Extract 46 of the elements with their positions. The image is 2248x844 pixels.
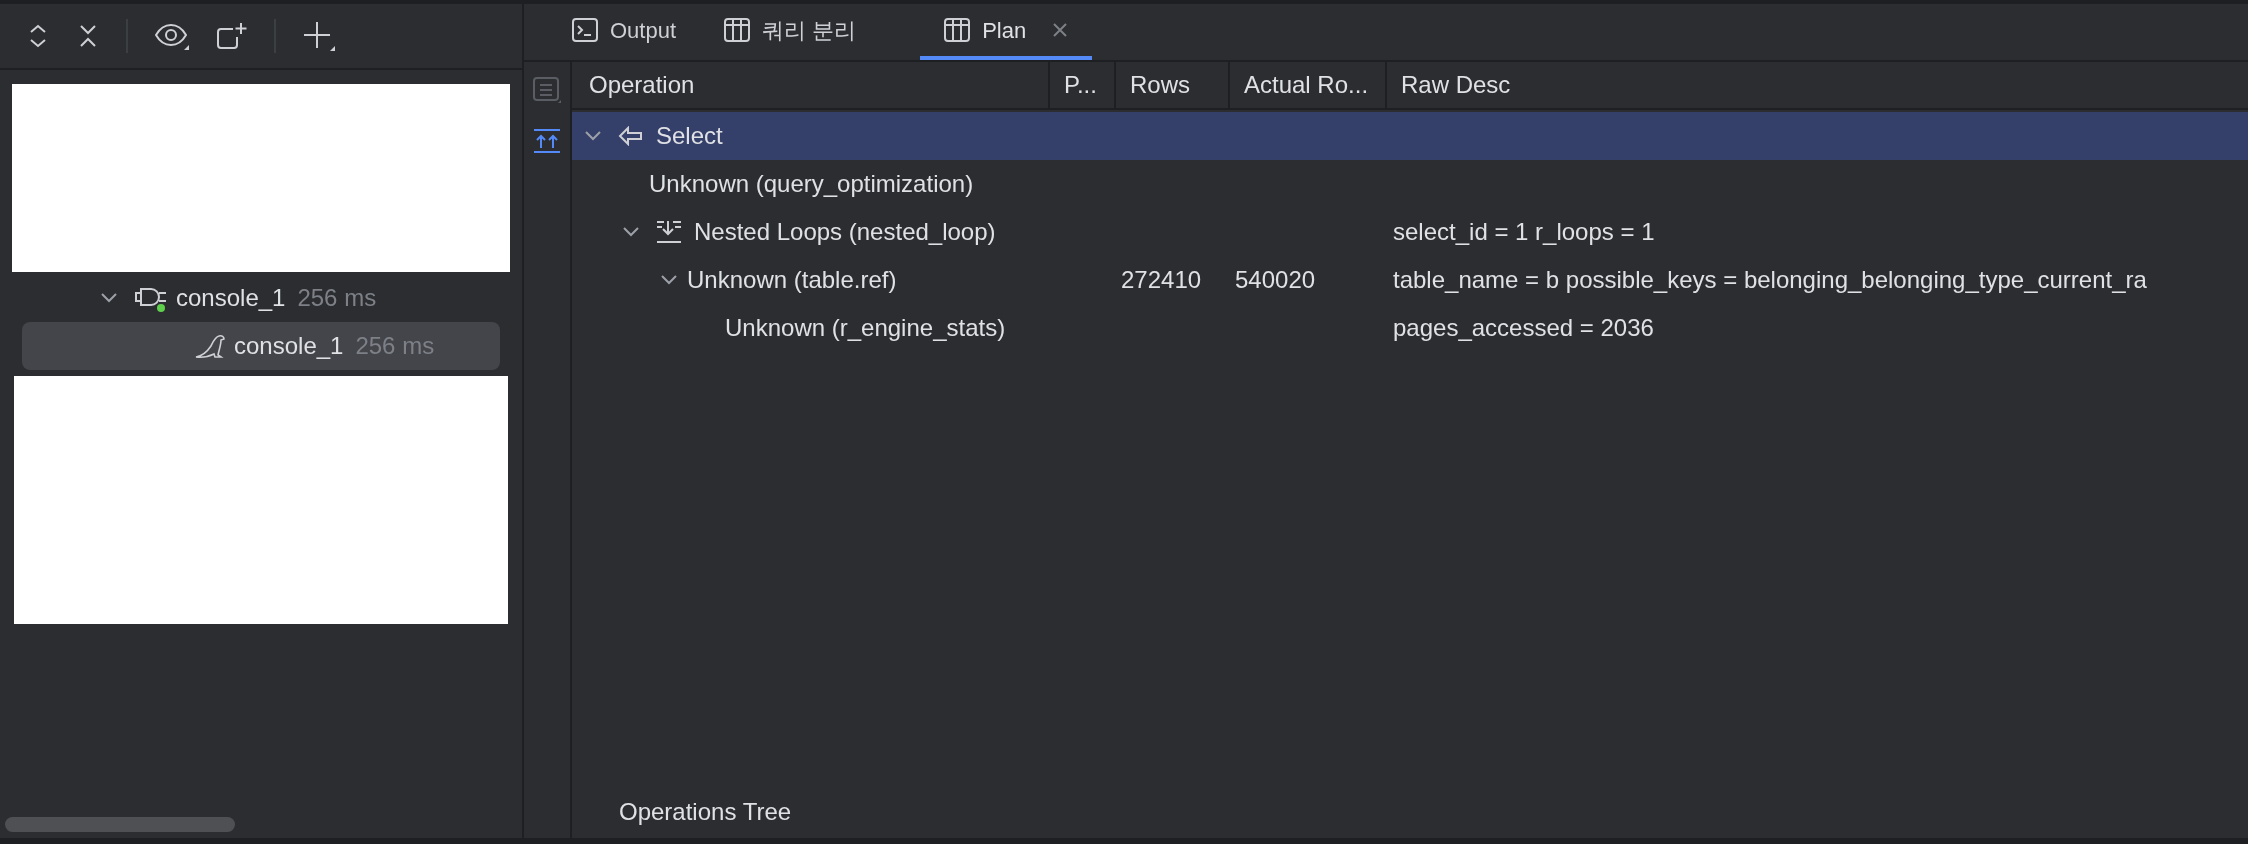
close-icon[interactable] (1052, 22, 1069, 38)
plan-row[interactable]: Nested Loops (nested_loop) select_id = 1 r_loops = 1 (572, 208, 2248, 256)
operation-text: Nested Loops (nested_loop) (694, 217, 996, 247)
align-top-icon[interactable] (532, 128, 562, 154)
operation-text: Unknown (table.ref) (687, 265, 897, 295)
table-cell: pages_accessed = 2036 (1393, 314, 1654, 341)
console-icon (572, 18, 598, 42)
table-icon (724, 18, 751, 42)
operation-text: Select (656, 121, 723, 151)
operations-tree-label[interactable]: Operations Tree (619, 794, 792, 830)
tree-item[interactable]: console_1 256 ms (22, 322, 500, 370)
table-cell: 272410 (1121, 266, 1202, 293)
table-cell: 540020 (1235, 266, 1316, 293)
column-header[interactable]: Actual Ro... (1230, 62, 1387, 108)
column-header[interactable]: P... (1050, 62, 1116, 108)
plan-row[interactable]: Unknown (table.ref) 272410 540020 table_name = b possible_keys = belonging_belonging_type_current_ra (572, 256, 2248, 304)
seal-icon (194, 333, 226, 359)
tab[interactable]: 쿼리 분리 (700, 4, 881, 60)
plus-icon[interactable] (302, 20, 336, 52)
tab[interactable]: Output (548, 4, 701, 60)
arrow-left-icon (618, 126, 644, 146)
add-box-icon[interactable] (216, 21, 248, 51)
horizontal-scrollbar[interactable] (5, 817, 235, 832)
nested-loop-icon (656, 220, 682, 244)
eye-icon[interactable] (154, 21, 190, 51)
tree-item-name: console_1 (234, 331, 344, 361)
tab[interactable]: Plan (920, 4, 1093, 60)
plan-row[interactable]: Unknown (query_optimization) (572, 160, 2248, 208)
chevron-down-icon[interactable] (584, 130, 602, 142)
plan-row[interactable]: Select (572, 112, 2248, 160)
duration-text: 256 ms (297, 283, 377, 313)
plan-row[interactable]: Unknown (r_engine_stats) pages_accessed = 2036 (572, 304, 2248, 352)
tree-item-name: console_1 (176, 283, 286, 313)
tree-item[interactable]: console_1 256 ms (22, 274, 500, 322)
operation-text: Unknown (query_optimization) (649, 169, 974, 199)
chevron-down-icon[interactable] (622, 226, 640, 238)
duration-text: 256 ms (355, 331, 435, 361)
table-cell: select_id = 1 r_loops = 1 (1393, 218, 1655, 245)
chevron-down-icon[interactable] (100, 292, 118, 304)
chevron-down-icon[interactable] (660, 274, 678, 286)
column-header[interactable]: Operation (572, 62, 1050, 108)
column-header[interactable]: Rows (1116, 62, 1230, 108)
table-cell: table_name = b possible_keys = belonging_belonging_type_current_ra (1393, 266, 2147, 293)
operation-text: Unknown (r_engine_stats) (725, 313, 1006, 343)
column-header[interactable]: Raw Desc (1387, 62, 2248, 108)
table-icon (944, 18, 971, 42)
